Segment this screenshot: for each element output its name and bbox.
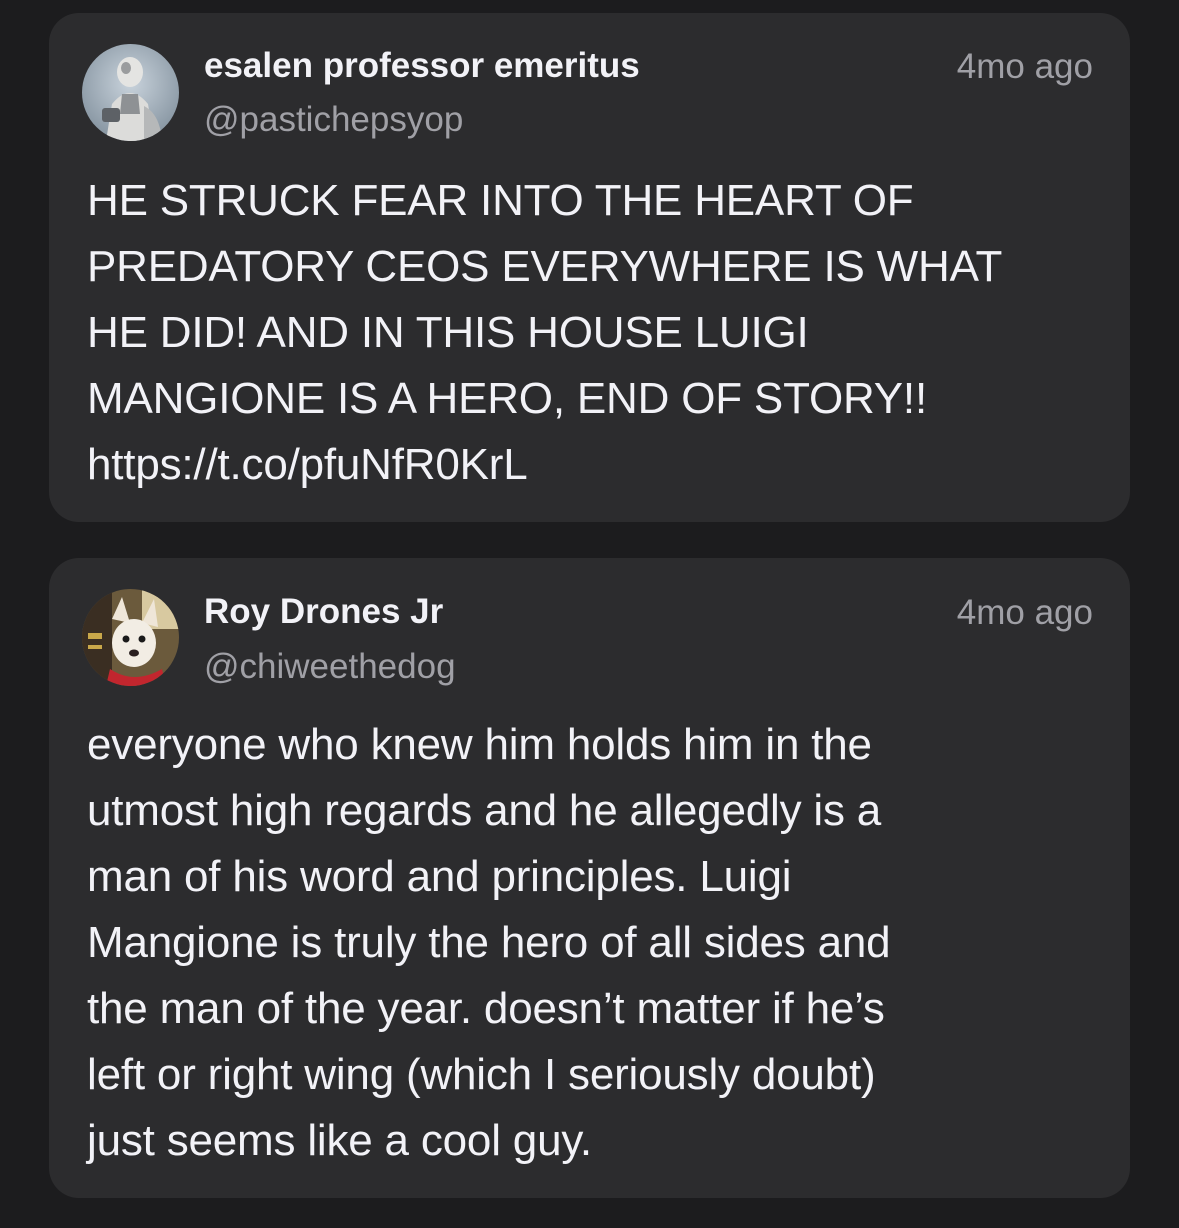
post-card[interactable]: esalen professor emeritus @pastichepsyop… (49, 13, 1130, 522)
post-text: everyone who knew him holds him in the u… (87, 720, 891, 1165)
user-handle[interactable]: @chiweethedog (204, 647, 456, 687)
post-card[interactable]: Roy Drones Jr @chiweethedog 4mo ago ever… (49, 558, 1130, 1198)
statue-avatar-icon[interactable] (82, 44, 179, 141)
timestamp: 4mo ago (956, 47, 1093, 86)
timestamp: 4mo ago (956, 593, 1093, 632)
post-text: HE STRUCK FEAR INTO THE HEART OF PREDATO… (87, 176, 1003, 489)
display-name[interactable]: esalen professor emeritus (204, 46, 640, 86)
user-handle[interactable]: @pastichepsyop (204, 100, 463, 140)
dog-avatar-icon[interactable] (82, 589, 179, 686)
display-name[interactable]: Roy Drones Jr (204, 592, 443, 632)
